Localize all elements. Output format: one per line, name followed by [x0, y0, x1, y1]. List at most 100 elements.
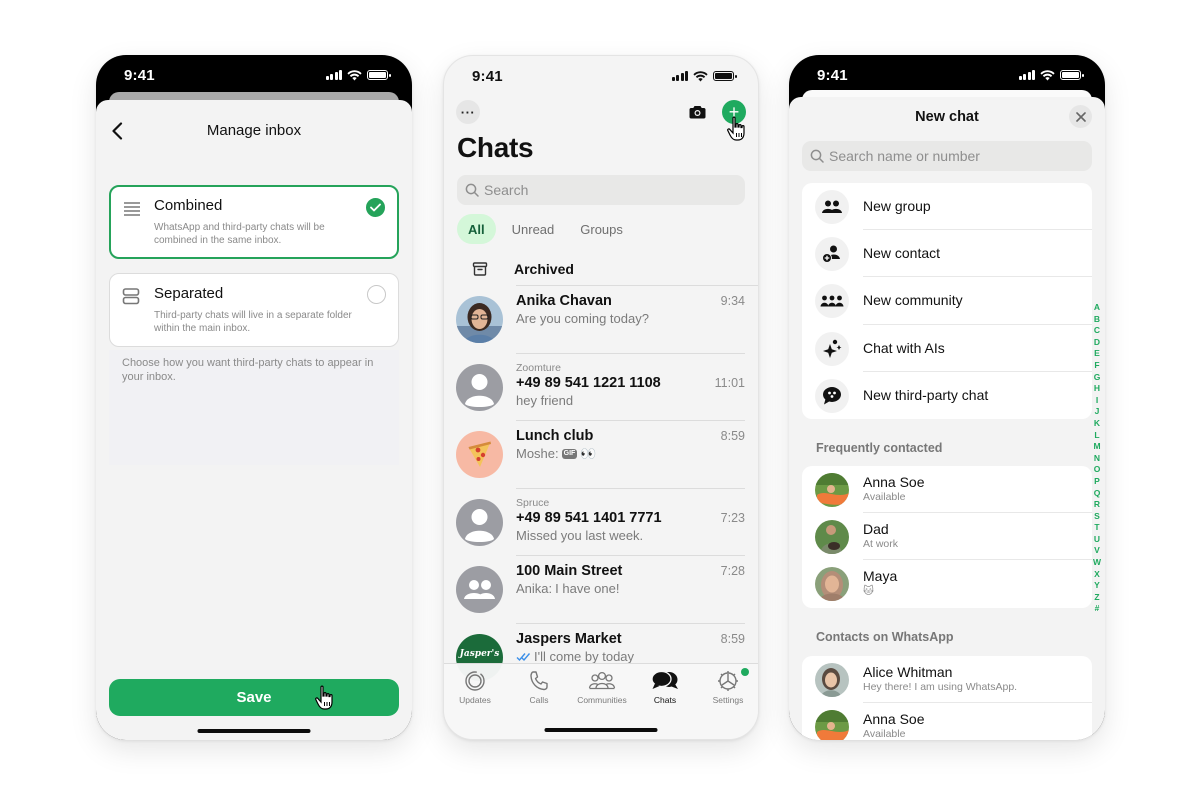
- chat-preview: Missed you last week.: [516, 527, 644, 543]
- chat-row[interactable]: Zoomture +49 89 541 1221 1108 hey friend…: [444, 354, 758, 421]
- updates-icon: [465, 671, 485, 691]
- default-person-avatar: [456, 363, 503, 411]
- checkmark-icon: [370, 203, 381, 212]
- contact-row[interactable]: Maya 🐱: [802, 560, 1092, 607]
- contact-row[interactable]: Anna Soe Available: [802, 703, 1092, 740]
- search-input[interactable]: Search name or number: [802, 141, 1092, 171]
- alphabet-index-letter[interactable]: A: [1094, 302, 1100, 314]
- alphabet-index-letter[interactable]: #: [1095, 603, 1100, 615]
- signal-icon: [325, 70, 342, 80]
- chat-row[interactable]: 100 Main Street Anika: I have one! 7:28: [444, 556, 758, 624]
- alphabet-index-letter[interactable]: K: [1094, 418, 1100, 430]
- tab-calls[interactable]: Calls: [508, 670, 570, 705]
- save-button[interactable]: Save: [109, 679, 399, 716]
- top-actions: ··· +: [456, 100, 746, 124]
- new-chat-button[interactable]: +: [722, 100, 746, 124]
- alphabet-index-letter[interactable]: M: [1093, 441, 1100, 453]
- preview-emoji: 👀: [580, 446, 597, 461]
- radio-unselected[interactable]: [367, 285, 386, 304]
- alphabet-index-letter[interactable]: P: [1094, 476, 1100, 488]
- gear-icon: [718, 671, 738, 691]
- alphabet-index-letter[interactable]: S: [1094, 511, 1100, 523]
- wifi-icon: [347, 69, 362, 80]
- camera-icon: [689, 106, 705, 119]
- chat-preview: hey friend: [516, 392, 574, 408]
- chat-time: 8:59: [720, 631, 745, 646]
- chevron-left-icon: [112, 122, 123, 140]
- more-options-button[interactable]: ···: [456, 100, 480, 124]
- tab-label: Settings: [712, 695, 744, 705]
- radio-selected[interactable]: [366, 198, 385, 217]
- archived-row[interactable]: Archived: [444, 253, 758, 285]
- preview-text: I have one!: [555, 581, 620, 596]
- preview-sender: Moshe:: [516, 446, 559, 461]
- alphabet-index-letter[interactable]: D: [1094, 337, 1100, 349]
- chat-time: 11:01: [714, 375, 745, 390]
- chat-row[interactable]: Anika Chavan Are you coming today? 9:34: [444, 286, 758, 354]
- close-button[interactable]: [1069, 105, 1092, 128]
- filter-unread[interactable]: Unread: [502, 214, 565, 244]
- filter-groups[interactable]: Groups: [570, 214, 633, 244]
- action-third-party-chat[interactable]: New third-party chat: [802, 372, 1092, 419]
- back-button[interactable]: [104, 118, 130, 144]
- lines-icon: [124, 202, 140, 216]
- tab-chats[interactable]: Chats: [634, 670, 696, 705]
- search-input[interactable]: Search: [457, 175, 745, 205]
- action-new-community[interactable]: New community: [802, 277, 1092, 325]
- alphabet-index-letter[interactable]: Q: [1094, 488, 1101, 500]
- contact-row[interactable]: Dad At work: [802, 513, 1092, 561]
- tab-label: Updates: [459, 695, 491, 705]
- alphabet-index-letter[interactable]: W: [1093, 557, 1101, 569]
- alphabet-index-letter[interactable]: U: [1094, 534, 1100, 546]
- camera-button[interactable]: [686, 101, 708, 123]
- signal-icon: [671, 71, 688, 81]
- tab-communities[interactable]: Communities: [571, 670, 633, 705]
- alphabet-index-letter[interactable]: G: [1094, 372, 1101, 384]
- chat-time: 7:28: [720, 564, 745, 578]
- section-header-contacts: Contacts on WhatsApp: [816, 630, 954, 644]
- alphabet-index-letter[interactable]: J: [1095, 406, 1100, 418]
- alphabet-index-letter[interactable]: L: [1094, 430, 1099, 442]
- contact-name: Maya: [863, 568, 898, 585]
- action-new-group[interactable]: New group: [802, 183, 1092, 231]
- alphabet-index-letter[interactable]: B: [1094, 314, 1100, 326]
- alphabet-index-letter[interactable]: O: [1094, 464, 1101, 476]
- alphabet-index[interactable]: A B C D E F G H I J K L M N O P Q R S T U V W X Y Z #: [1091, 302, 1103, 615]
- sheet-header: Manage inbox: [96, 100, 412, 160]
- alphabet-index-letter[interactable]: H: [1094, 383, 1100, 395]
- filter-all[interactable]: All: [457, 214, 496, 244]
- action-label: Chat with AIs: [863, 325, 1092, 372]
- alphabet-index-letter[interactable]: R: [1094, 499, 1100, 511]
- chat-name: Lunch club: [516, 428, 594, 444]
- alphabet-index-letter[interactable]: Z: [1094, 592, 1099, 604]
- tab-settings[interactable]: Settings: [697, 668, 758, 705]
- alphabet-index-letter[interactable]: T: [1094, 522, 1099, 534]
- contact-status: 🐱: [863, 585, 874, 598]
- alphabet-index-letter[interactable]: X: [1094, 569, 1100, 581]
- chat-body: Lunch club Moshe: GIF 👀 8:59: [516, 421, 745, 489]
- contact-row[interactable]: Alice Whitman Hey there! I am using Whats…: [802, 656, 1092, 704]
- tab-updates[interactable]: Updates: [444, 670, 506, 705]
- option-combined[interactable]: Combined WhatsApp and third-party chats …: [109, 185, 399, 259]
- alphabet-index-letter[interactable]: Y: [1094, 580, 1100, 592]
- chat-row[interactable]: Lunch club Moshe: GIF 👀 8:59: [444, 421, 758, 489]
- contact-status: Available: [863, 491, 906, 503]
- option-separated[interactable]: Separated Third-party chats will live in…: [109, 273, 399, 347]
- action-new-contact[interactable]: New contact: [802, 230, 1092, 278]
- contact-row[interactable]: Anna Soe Available: [802, 466, 1092, 514]
- status-time: 9:41: [817, 66, 848, 84]
- alphabet-index-letter[interactable]: F: [1094, 360, 1099, 372]
- page-title: Manage inbox: [206, 121, 302, 139]
- status-time: 9:41: [124, 66, 155, 84]
- chat-row[interactable]: Spruce +49 89 541 1401 7771 Missed you l…: [444, 489, 758, 556]
- alphabet-index-letter[interactable]: I: [1096, 395, 1098, 407]
- home-indicator: [544, 728, 658, 732]
- third-party-chat-icon: [823, 387, 841, 405]
- logo-text: Jasper's: [459, 649, 500, 659]
- alphabet-index-letter[interactable]: C: [1094, 325, 1100, 337]
- action-chat-with-ais[interactable]: Chat with AIs: [802, 325, 1092, 372]
- chat-bubbles-icon: [651, 670, 678, 689]
- alphabet-index-letter[interactable]: E: [1094, 348, 1100, 360]
- alphabet-index-letter[interactable]: V: [1094, 545, 1100, 557]
- alphabet-index-letter[interactable]: N: [1094, 453, 1100, 465]
